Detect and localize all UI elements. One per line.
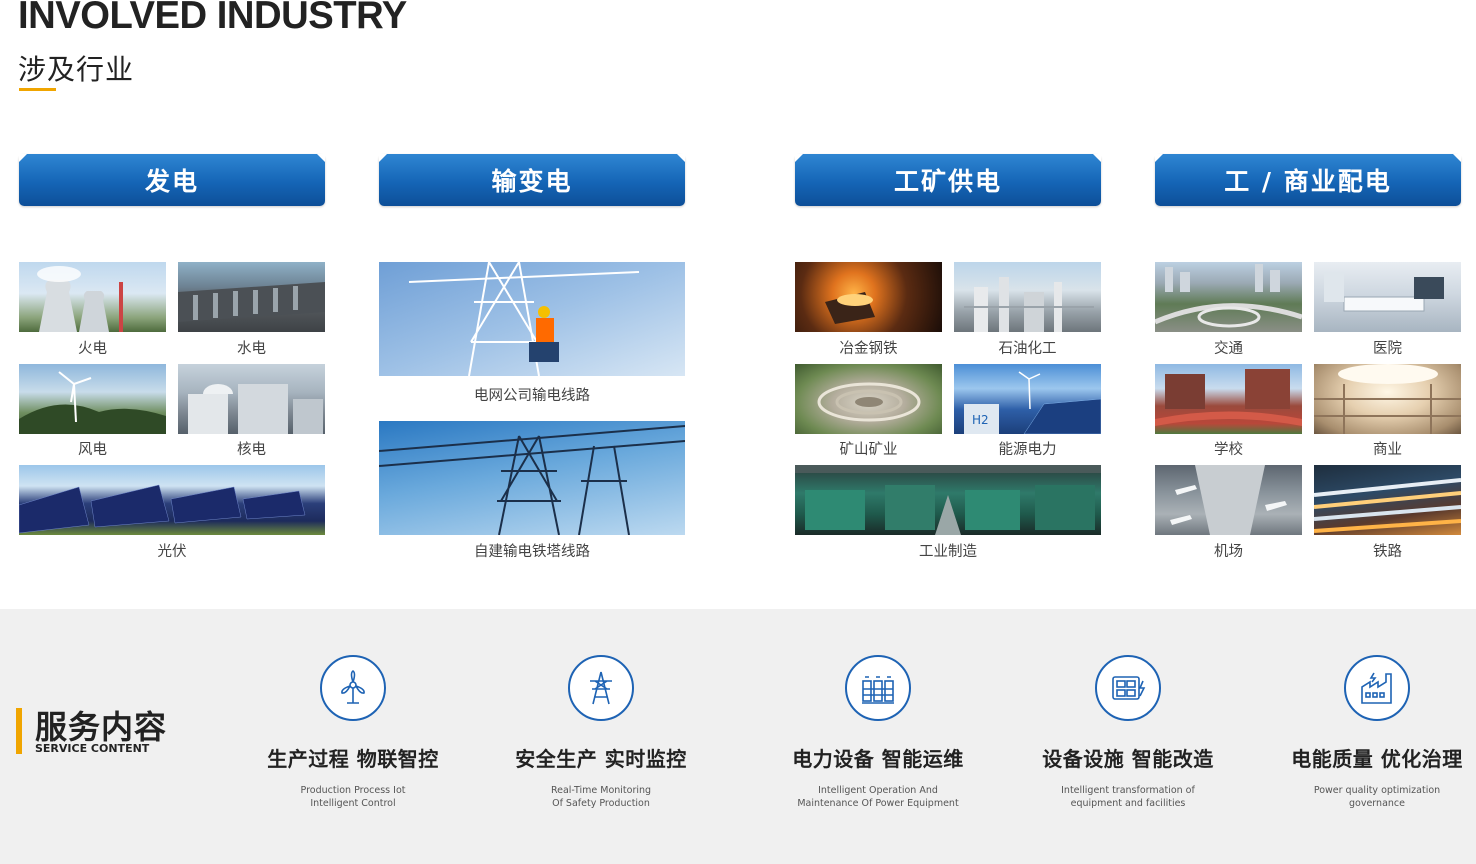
caption-petrochemical: 石油化工 — [998, 341, 1057, 357]
transmission-tower-worker-icon — [408, 262, 640, 376]
factory-icon — [1344, 655, 1410, 721]
image-railway[interactable] — [1314, 465, 1461, 535]
svg-text:H2: H2 — [972, 413, 989, 427]
service-item-desc: Power quality optimization governance — [1313, 785, 1441, 809]
caption-nuclear-power: 核电 — [237, 442, 266, 458]
category-commercial-distribution[interactable]: 工 / 商业配电 — [1155, 154, 1461, 206]
caption-grid-transmission: 电网公司输电线路 — [474, 388, 590, 404]
category-transmission[interactable]: 输变电 — [379, 154, 685, 206]
caption-transportation: 交通 — [1214, 341, 1243, 357]
image-self-built-tower[interactable] — [379, 421, 685, 535]
nuclear-plant-icon — [188, 384, 323, 434]
service-item-title: 生产过程 物联智控 — [267, 747, 439, 771]
caption-airport: 机场 — [1214, 544, 1243, 560]
caption-railway: 铁路 — [1373, 544, 1402, 560]
caption-self-built-tower: 自建输电铁塔线路 — [474, 544, 590, 560]
caption-metallurgy: 冶金钢铁 — [839, 341, 898, 357]
airport-apron-icon — [1170, 465, 1287, 535]
image-school[interactable] — [1155, 364, 1302, 434]
image-industrial-manufacturing[interactable] — [795, 465, 1101, 535]
pylon-icon — [379, 425, 685, 535]
caption-energy-power: 能源电力 — [998, 442, 1057, 458]
section-title-en: INVOLVED INDUSTRY — [18, 0, 407, 37]
factory-floor-icon — [795, 465, 1101, 535]
service-item-power-quality[interactable]: 电能质量 优化治理 Power quality optimization gov… — [1267, 655, 1476, 810]
image-metallurgy[interactable] — [795, 262, 942, 332]
dam-icon — [178, 282, 325, 322]
caption-commercial: 商业 — [1373, 442, 1402, 458]
service-item-process-control[interactable]: 生产过程 物联智控 Production Process Iot Intelli… — [243, 655, 463, 810]
service-item-title: 电能质量 优化治理 — [1291, 747, 1463, 771]
open-pit-mine-icon — [817, 382, 921, 422]
service-item-title: 电力设备 智能运维 — [792, 747, 964, 771]
service-item-desc: Production Process Iot Intelligent Contr… — [300, 785, 406, 809]
caption-school: 学校 — [1214, 442, 1243, 458]
image-nuclear-power[interactable] — [178, 364, 325, 434]
service-item-title: 安全生产 实时监控 — [515, 747, 687, 771]
image-commercial[interactable] — [1314, 364, 1461, 434]
image-transportation[interactable] — [1155, 262, 1302, 332]
service-accent-bar — [16, 708, 22, 754]
image-hospital[interactable] — [1314, 262, 1461, 332]
refinery-icon — [964, 277, 1094, 332]
service-item-equipment-maintenance[interactable]: 电力设备 智能运维 Intelligent Operation And Main… — [768, 655, 988, 810]
category-industrial-mining[interactable]: 工矿供电 — [795, 154, 1101, 206]
battery-bank-icon — [845, 655, 911, 721]
image-grid-transmission[interactable] — [379, 262, 685, 376]
high-speed-trains-icon — [1314, 478, 1461, 533]
caption-thermal-power: 火电 — [78, 341, 107, 357]
service-item-desc: Intelligent transformation of equipment … — [1061, 785, 1195, 809]
control-panel-icon — [1095, 655, 1161, 721]
wind-turbine-scene-icon — [19, 371, 166, 434]
service-item-facility-upgrade[interactable]: 设备设施 智能改造 Intelligent transformation of … — [1018, 655, 1238, 810]
wind-turbine-icon — [320, 655, 386, 721]
cooling-tower-icon — [37, 266, 123, 332]
category-power-generation[interactable]: 发电 — [19, 154, 325, 206]
service-item-desc: Intelligent Operation And Maintenance Of… — [797, 785, 959, 809]
image-energy-power[interactable]: H2 — [954, 364, 1101, 434]
hospital-bed-icon — [1324, 272, 1444, 312]
title-underline — [19, 88, 56, 91]
service-section — [0, 609, 1476, 864]
solar-panel-icon — [19, 484, 306, 534]
caption-solar-power: 光伏 — [157, 544, 187, 560]
caption-hospital: 医院 — [1373, 341, 1402, 357]
shopping-mall-icon — [1314, 364, 1461, 434]
service-title-en: SERVICE CONTENT — [35, 742, 150, 755]
image-mining[interactable] — [795, 364, 942, 434]
image-solar-power[interactable] — [19, 465, 325, 535]
image-thermal-power[interactable] — [19, 262, 166, 332]
image-wind-power[interactable] — [19, 364, 166, 434]
caption-mining: 矿山矿业 — [839, 442, 898, 458]
caption-wind-power: 风电 — [78, 442, 107, 458]
molten-steel-icon — [825, 292, 875, 324]
image-airport[interactable] — [1155, 465, 1302, 535]
service-item-title: 设备设施 智能改造 — [1042, 747, 1214, 771]
section-title-cn: 涉及行业 — [18, 53, 135, 86]
power-tower-icon — [568, 655, 634, 721]
caption-industrial-manufacturing: 工业制造 — [919, 544, 977, 560]
highway-interchange-icon — [1155, 264, 1302, 328]
solar-wind-hydrogen-icon: H2 — [964, 371, 1101, 434]
image-hydro-power[interactable] — [178, 262, 325, 332]
service-item-safety-monitoring[interactable]: 安全生产 实时监控 Real-Time Monitoring Of Safety… — [491, 655, 711, 810]
image-petrochemical[interactable] — [954, 262, 1101, 332]
service-item-desc: Real-Time Monitoring Of Safety Productio… — [550, 785, 652, 809]
school-campus-icon — [1155, 369, 1302, 426]
caption-hydro-power: 水电 — [237, 341, 266, 357]
